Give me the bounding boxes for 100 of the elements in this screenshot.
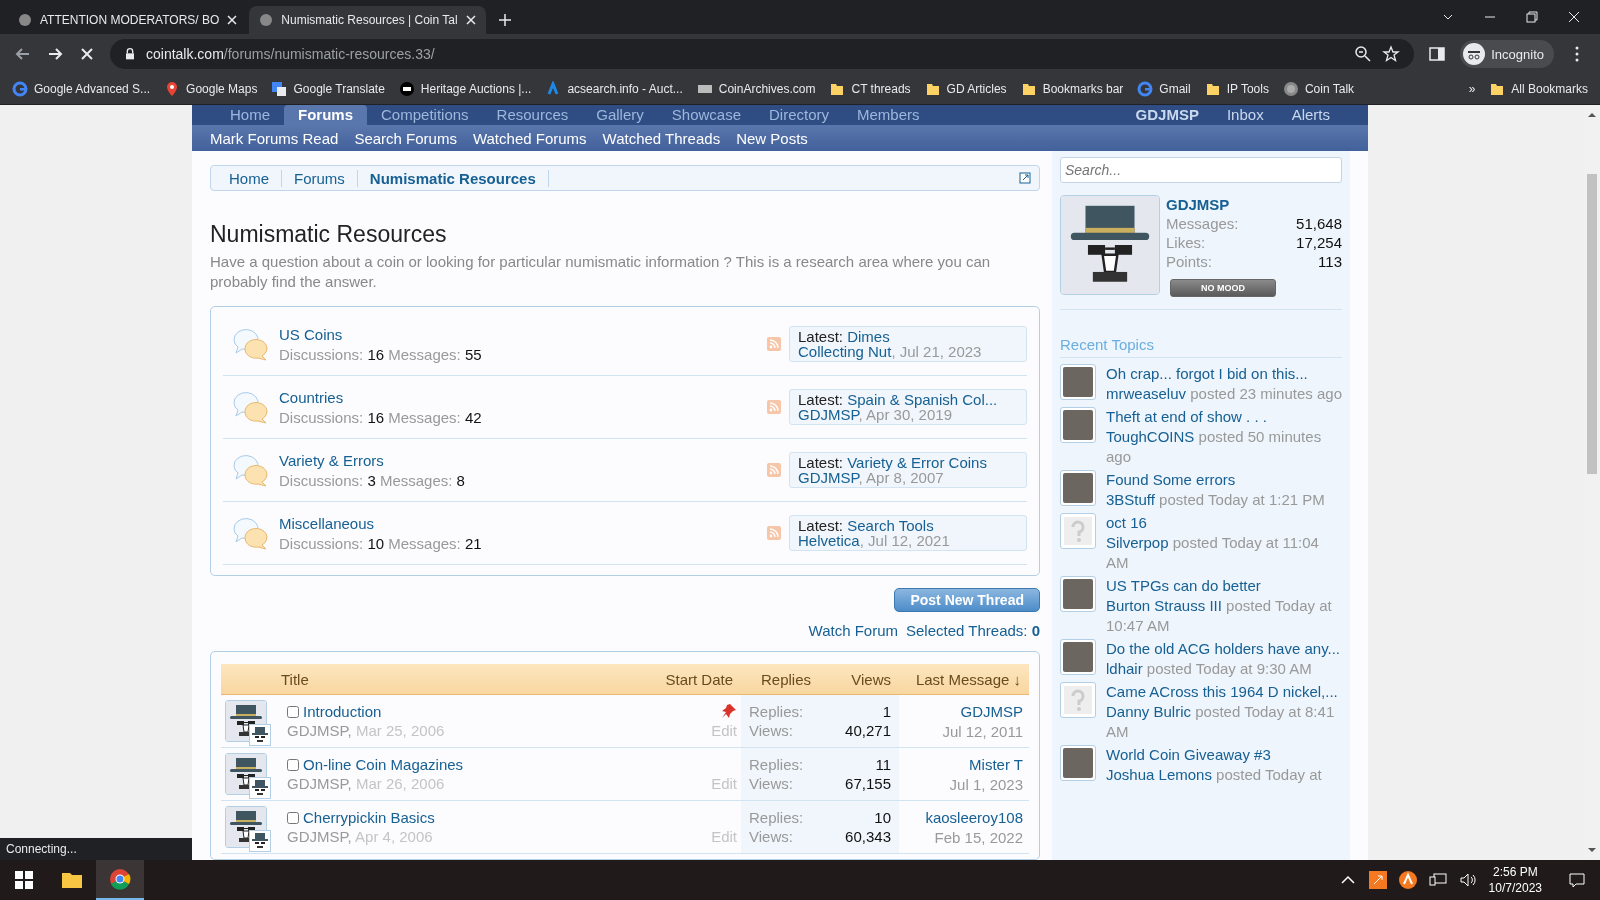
nav-tab[interactable]: Competitions bbox=[367, 105, 483, 125]
bookmark[interactable]: Gmail bbox=[1137, 81, 1191, 97]
bookmark[interactable]: CT threads bbox=[829, 81, 911, 97]
nav-tab[interactable]: Members bbox=[843, 105, 934, 125]
bookmark[interactable]: Google Maps bbox=[164, 81, 258, 97]
user-nav-link[interactable]: GDJMSP bbox=[1121, 105, 1213, 125]
forum-title-link[interactable]: Miscellaneous bbox=[279, 514, 767, 532]
topic-title-link[interactable]: Do the old ACG holders have any... bbox=[1106, 639, 1342, 659]
scroll-up-icon[interactable] bbox=[1588, 111, 1596, 119]
scroll-down-icon[interactable] bbox=[1588, 846, 1596, 854]
search-field[interactable]: Search... bbox=[1060, 157, 1342, 183]
more-bookmarks-button[interactable]: » bbox=[1468, 82, 1476, 96]
close-icon[interactable] bbox=[227, 15, 238, 25]
nav-tab[interactable]: Directory bbox=[755, 105, 844, 125]
volume-icon[interactable] bbox=[1458, 871, 1477, 889]
forum-title-link[interactable]: Countries bbox=[279, 388, 767, 406]
notification-icon[interactable] bbox=[1568, 871, 1586, 889]
username-link[interactable]: Collecting Nut bbox=[798, 343, 892, 360]
bookmark[interactable]: GD Articles bbox=[924, 81, 1007, 97]
topic-title-link[interactable]: Found Some errors bbox=[1106, 470, 1342, 490]
subnav-link[interactable]: Watched Forums bbox=[466, 129, 593, 147]
address-bar[interactable]: cointalk.com/forums/numismatic-resources.33/ bbox=[110, 39, 1415, 69]
username-link[interactable]: kaosleeroy108 bbox=[925, 808, 1023, 826]
username-link[interactable]: mrweaseluv bbox=[1106, 385, 1187, 402]
thread-checkbox[interactable] bbox=[287, 758, 299, 771]
topic-title-link[interactable]: oct 16 bbox=[1106, 513, 1342, 533]
username-link[interactable]: Danny Bulric bbox=[1106, 703, 1192, 720]
nav-tab[interactable]: Forums bbox=[284, 105, 368, 125]
nav-tab[interactable]: Home bbox=[216, 105, 284, 125]
bookmark[interactable]: Heritage Auctions |... bbox=[398, 81, 532, 97]
thread-title-link[interactable]: On-line Coin Magazines bbox=[303, 756, 464, 773]
rocket-icon[interactable] bbox=[1368, 871, 1387, 889]
latest-thread-link[interactable]: Search Tools bbox=[847, 517, 934, 534]
side-panel-icon[interactable] bbox=[1428, 45, 1447, 63]
close-icon[interactable] bbox=[1568, 11, 1580, 23]
username-link[interactable]: Mister T bbox=[969, 755, 1023, 773]
nav-tab[interactable]: Gallery bbox=[582, 105, 658, 125]
topic-title-link[interactable]: US TPGs can do better bbox=[1106, 576, 1342, 596]
bookmark[interactable]: Google Translate bbox=[271, 81, 385, 97]
thread-checkbox[interactable] bbox=[287, 811, 299, 824]
column-header[interactable]: Last Message ↓ bbox=[899, 670, 1029, 688]
bookmark[interactable]: Google Advanced S... bbox=[12, 81, 151, 97]
latest-thread-link[interactable]: Variety & Error Coins bbox=[847, 454, 987, 471]
incognito-profile-button[interactable]: Incognito bbox=[1460, 40, 1554, 68]
latest-thread-link[interactable]: Dimes bbox=[847, 328, 890, 345]
bookmark[interactable]: Coin Talk bbox=[1282, 81, 1355, 97]
subnav-link[interactable]: Watched Threads bbox=[596, 129, 727, 147]
thread-title-link[interactable]: Introduction bbox=[303, 703, 382, 720]
watch-forum-link[interactable]: Watch Forum bbox=[808, 622, 898, 639]
latest-thread-link[interactable]: Spain & Spanish Col... bbox=[847, 391, 998, 408]
star-icon[interactable] bbox=[1382, 45, 1401, 63]
network-icon[interactable] bbox=[1428, 871, 1447, 889]
chrome-taskbar-button[interactable] bbox=[96, 860, 144, 900]
username-link[interactable]: GDJMSP bbox=[1166, 195, 1342, 214]
username-link[interactable]: Silverpop bbox=[1106, 534, 1169, 551]
user-nav-link[interactable]: Inbox bbox=[1212, 105, 1278, 125]
username-link[interactable]: Burton Strauss III bbox=[1106, 597, 1222, 614]
username-link[interactable]: GDJMSP bbox=[960, 702, 1023, 720]
username-link[interactable]: GDJMSP bbox=[798, 469, 859, 486]
restore-icon[interactable] bbox=[1526, 11, 1538, 23]
username-link[interactable]: ldhair bbox=[1106, 660, 1143, 677]
breadcrumb-link[interactable]: Forums bbox=[284, 169, 358, 187]
new-tab-icon[interactable] bbox=[497, 13, 512, 27]
mood-button[interactable]: NO MOOD bbox=[1170, 279, 1276, 297]
topic-title-link[interactable]: Came ACross this 1964 D nickel,... bbox=[1106, 682, 1342, 702]
bookmark[interactable]: Bookmarks bar bbox=[1020, 81, 1124, 97]
username-link[interactable]: GDJMSP bbox=[798, 406, 859, 423]
forum-title-link[interactable]: Variety & Errors bbox=[279, 451, 767, 469]
username-link[interactable]: 3BStuff bbox=[1106, 491, 1155, 508]
popout-icon[interactable] bbox=[1019, 172, 1031, 184]
triangle-logo-icon[interactable] bbox=[1398, 871, 1417, 889]
breadcrumb-link[interactable]: Numismatic Resources bbox=[359, 169, 549, 187]
column-header[interactable]: Views bbox=[819, 670, 899, 688]
topic-title-link[interactable]: World Coin Giveaway #3 bbox=[1106, 745, 1342, 765]
username-link[interactable]: Joshua Lemons bbox=[1106, 766, 1212, 783]
close-icon[interactable] bbox=[465, 15, 476, 25]
browser-tab[interactable]: ATTENTION MODERATORS/ BO bbox=[8, 6, 248, 34]
forum-title-link[interactable]: US Coins bbox=[279, 325, 767, 343]
scrollbar-thumb[interactable] bbox=[1587, 174, 1597, 474]
topic-title-link[interactable]: Theft at end of show . . . bbox=[1106, 407, 1342, 427]
username-link[interactable]: Helvetica bbox=[798, 532, 860, 549]
bookmark[interactable]: IP Tools bbox=[1204, 81, 1269, 97]
subnav-link[interactable]: New Posts bbox=[730, 129, 814, 147]
breadcrumb-link[interactable]: Home bbox=[219, 169, 282, 187]
column-header[interactable]: Title bbox=[221, 670, 641, 688]
column-header[interactable]: Replies bbox=[741, 670, 819, 688]
clock[interactable]: 2:56 PM 10/7/2023 bbox=[1488, 864, 1542, 896]
bookmark[interactable]: acsearch.info - Auct... bbox=[545, 81, 683, 97]
topic-title-link[interactable]: Oh crap... forgot I bid on this... bbox=[1106, 364, 1342, 384]
bookmark[interactable]: All Bookmarks bbox=[1489, 81, 1588, 97]
nav-tab[interactable]: Showcase bbox=[657, 105, 755, 125]
thread-checkbox[interactable] bbox=[287, 705, 299, 718]
column-header[interactable]: Start Date bbox=[641, 670, 741, 688]
subnav-link[interactable]: Search Forums bbox=[348, 129, 463, 147]
user-nav-link[interactable]: Alerts bbox=[1277, 105, 1344, 125]
nav-tab[interactable]: Resources bbox=[482, 105, 583, 125]
zoom-icon[interactable] bbox=[1354, 45, 1373, 63]
thread-title-link[interactable]: Cherrypickin Basics bbox=[303, 809, 435, 826]
bookmark[interactable]: CoinArchives.com bbox=[696, 81, 816, 97]
browser-tab[interactable]: Numismatic Resources | Coin Tal bbox=[249, 6, 486, 34]
